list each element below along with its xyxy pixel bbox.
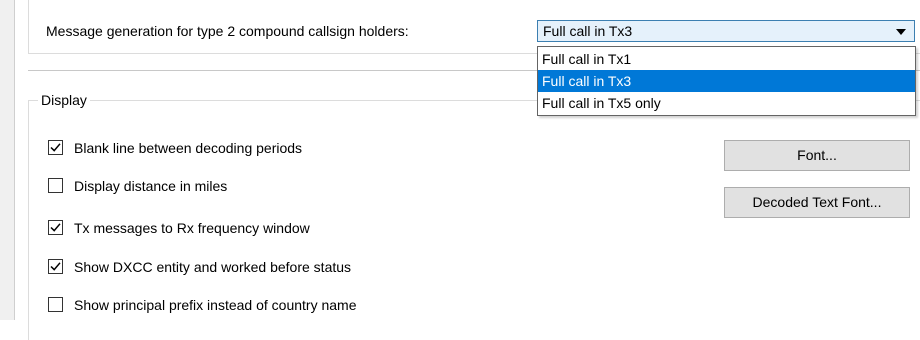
dropdown-option-tx5-only[interactable]: Full call in Tx5 only bbox=[538, 92, 915, 114]
checkmark-icon bbox=[50, 262, 61, 271]
checkbox-box[interactable] bbox=[48, 220, 63, 235]
checkbox-box[interactable] bbox=[48, 259, 63, 274]
message-generation-dropdown-list[interactable]: Full call in Tx1 Full call in Tx3 Full c… bbox=[537, 46, 916, 116]
checkbox-box[interactable] bbox=[48, 297, 63, 312]
checkbox-box[interactable] bbox=[48, 140, 63, 155]
font-button[interactable]: Font... bbox=[724, 140, 910, 171]
checkmark-icon bbox=[50, 223, 61, 232]
decoded-text-font-button[interactable]: Decoded Text Font... bbox=[724, 187, 910, 218]
window-left-edge bbox=[0, 0, 15, 320]
checkbox-box[interactable] bbox=[48, 178, 63, 193]
display-group-title: Display bbox=[38, 91, 90, 109]
checkbox-label: Show DXCC entity and worked before statu… bbox=[74, 259, 352, 275]
dropdown-option-tx3[interactable]: Full call in Tx3 bbox=[538, 70, 915, 92]
checkbox-label: Blank line between decoding periods bbox=[74, 140, 303, 156]
checkbox-label: Tx messages to Rx frequency window bbox=[74, 220, 310, 236]
dropdown-option-tx1[interactable]: Full call in Tx1 bbox=[538, 48, 915, 70]
checkmark-icon bbox=[50, 143, 61, 152]
checkbox-label: Display distance in miles bbox=[74, 178, 228, 194]
combobox-selected-value: Full call in Tx3 bbox=[543, 23, 633, 39]
message-generation-label: Message generation for type 2 compound c… bbox=[46, 23, 409, 39]
message-generation-combobox[interactable]: Full call in Tx3 bbox=[537, 20, 915, 42]
chevron-down-icon[interactable] bbox=[896, 29, 906, 35]
checkbox-label: Show principal prefix instead of country… bbox=[74, 297, 357, 313]
